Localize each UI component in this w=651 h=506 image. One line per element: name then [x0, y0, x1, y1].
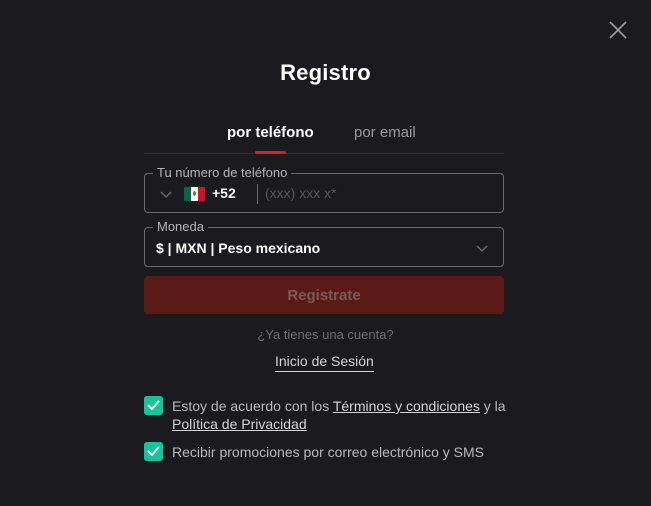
- chevron-down-icon: [476, 245, 488, 252]
- close-button[interactable]: [606, 18, 630, 42]
- register-button-label: Registrate: [287, 286, 361, 304]
- promos-checkbox[interactable]: [144, 442, 163, 461]
- phone-field-label: Tu número de teléfono: [153, 165, 292, 181]
- mexico-flag-icon[interactable]: [184, 187, 205, 201]
- have-account-text: ¿Ya tienes una cuenta?: [257, 327, 394, 342]
- login-link[interactable]: Inicio de Sesión: [275, 353, 374, 372]
- checkmark-icon: [147, 446, 160, 456]
- dial-code[interactable]: +52: [212, 185, 236, 201]
- active-tab-indicator: [255, 151, 286, 154]
- phone-field: Tu número de teléfono +52: [144, 165, 504, 213]
- modal-title: Registro: [280, 60, 371, 85]
- registration-tabs: por teléfono por email: [144, 120, 504, 154]
- currency-select[interactable]: Moneda $ | MXN | Peso mexicano: [144, 219, 504, 267]
- currency-field-label: Moneda: [153, 219, 208, 235]
- currency-selected-value: $ | MXN | Peso mexicano: [156, 240, 321, 256]
- phone-input[interactable]: [265, 180, 495, 206]
- register-button[interactable]: Registrate: [144, 276, 504, 314]
- terms-link[interactable]: Términos y condiciones: [333, 398, 480, 414]
- field-divider: [257, 184, 258, 204]
- terms-middle: y la: [479, 398, 506, 414]
- checkmark-icon: [147, 400, 160, 410]
- chevron-down-icon[interactable]: [159, 187, 173, 201]
- tab-phone[interactable]: por teléfono: [227, 124, 314, 141]
- terms-checkbox[interactable]: [144, 396, 163, 415]
- promos-label: Recibir promociones por correo electróni…: [172, 444, 485, 460]
- registration-modal: Registro por teléfono por email Tu númer…: [0, 0, 651, 506]
- privacy-link[interactable]: Política de Privacidad: [172, 416, 307, 432]
- close-icon: [609, 21, 627, 39]
- terms-prefix: Estoy de acuerdo con los: [172, 398, 333, 414]
- tab-email[interactable]: por email: [354, 124, 416, 141]
- terms-text: Estoy de acuerdo con los Términos y cond…: [172, 397, 506, 433]
